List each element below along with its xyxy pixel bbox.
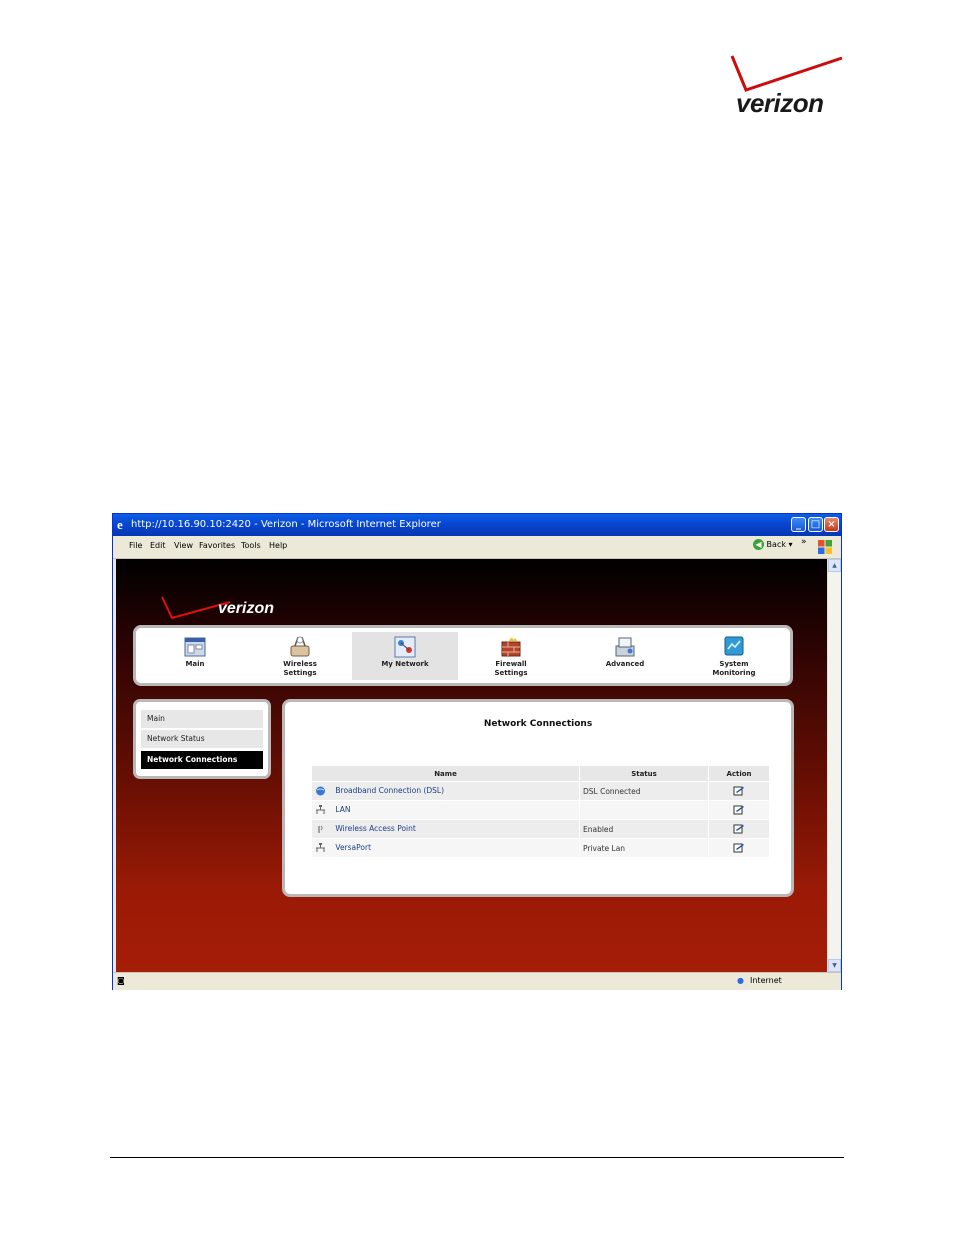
minimize-button[interactable]: _ bbox=[791, 517, 806, 532]
connection-name-link[interactable]: VersaPort bbox=[335, 843, 371, 852]
main-nav: Main Wireless Settings My Network Firewa… bbox=[133, 625, 793, 686]
edit-icon[interactable] bbox=[733, 824, 745, 834]
edit-icon[interactable] bbox=[733, 843, 745, 853]
my-network-icon bbox=[394, 636, 416, 658]
table-row: LAN bbox=[311, 800, 770, 820]
name-cell: VersaPort bbox=[311, 838, 580, 858]
name-cell: Wireless Access Point bbox=[311, 819, 580, 839]
web-page-viewport: verizon Main Wireless Settings My Networ… bbox=[116, 559, 827, 972]
nav-firewall-settings[interactable]: Firewall Settings bbox=[458, 632, 564, 680]
globe-icon bbox=[316, 786, 325, 796]
browser-window: e http://10.16.90.10:2420 - Verizon - Mi… bbox=[112, 513, 842, 990]
nav-my-network-label: My Network bbox=[381, 660, 429, 668]
site-logo-text: verizon bbox=[218, 600, 275, 617]
status-cell: DSL Connected bbox=[579, 781, 709, 801]
sidebar-item-network-connections[interactable]: Network Connections bbox=[141, 751, 263, 769]
menu-view[interactable]: View bbox=[174, 541, 193, 550]
back-arrow-icon: ◀ bbox=[753, 539, 764, 550]
nav-main-label: Main bbox=[185, 660, 205, 668]
name-cell: LAN bbox=[311, 800, 580, 820]
network-icon bbox=[316, 843, 325, 852]
internet-zone-icon: ● bbox=[737, 976, 744, 985]
nav-firewall-label: Firewall Settings bbox=[494, 660, 528, 677]
menu-file[interactable]: File bbox=[129, 541, 142, 550]
menu-bar: File Edit View Favorites Tools Help ◀ Ba… bbox=[113, 536, 841, 559]
sidebar-item-main[interactable]: Main bbox=[141, 710, 263, 728]
menu-favorites[interactable]: Favorites bbox=[199, 541, 235, 550]
connection-name-link[interactable]: Wireless Access Point bbox=[335, 824, 415, 833]
internet-explorer-icon: e bbox=[117, 517, 123, 532]
connection-name-link[interactable]: Broadband Connection (DSL) bbox=[335, 786, 444, 795]
maximize-button[interactable]: □ bbox=[808, 517, 823, 532]
network-icon bbox=[316, 805, 325, 814]
toolbar-chevrons[interactable]: » bbox=[801, 537, 807, 547]
nav-system-monitoring-label: System Monitoring bbox=[712, 660, 756, 677]
status-bar: ◙ ● Internet bbox=[113, 972, 841, 990]
table-row: VersaPort Private Lan bbox=[311, 838, 770, 858]
nav-advanced[interactable]: Advanced bbox=[572, 632, 678, 680]
action-cell bbox=[708, 838, 770, 858]
site-verizon-logo: verizon bbox=[160, 594, 290, 622]
window-title: http://10.16.90.10:2420 - Verizon - Micr… bbox=[131, 519, 441, 530]
menu-tools[interactable]: Tools bbox=[241, 541, 261, 550]
scroll-down-arrow-icon[interactable]: ▼ bbox=[828, 959, 841, 972]
nav-system-monitoring[interactable]: System Monitoring bbox=[681, 632, 787, 680]
wireless-icon bbox=[290, 636, 310, 657]
scroll-up-arrow-icon[interactable]: ▲ bbox=[828, 559, 841, 572]
menu-edit[interactable]: Edit bbox=[150, 541, 166, 550]
page-status-icon: ◙ bbox=[117, 976, 125, 985]
name-cell: Broadband Connection (DSL) bbox=[311, 781, 580, 801]
panel-title: Network Connections bbox=[483, 719, 593, 729]
status-cell bbox=[579, 800, 709, 820]
close-button[interactable]: × bbox=[824, 517, 839, 532]
back-label: Back bbox=[766, 540, 786, 549]
nav-my-network[interactable]: My Network bbox=[352, 632, 458, 680]
table-header-row: Name Status Action bbox=[311, 765, 770, 782]
antenna-icon bbox=[318, 825, 323, 833]
menu-help[interactable]: Help bbox=[269, 541, 287, 550]
table-row: Wireless Access Point Enabled bbox=[311, 819, 770, 839]
title-bar: e http://10.16.90.10:2420 - Verizon - Mi… bbox=[113, 514, 841, 536]
status-cell: Enabled bbox=[579, 819, 709, 839]
nav-main[interactable]: Main bbox=[142, 632, 248, 680]
main-icon bbox=[184, 637, 206, 657]
vertical-scrollbar[interactable]: ▲ ▼ bbox=[827, 559, 841, 972]
connection-name-link[interactable]: LAN bbox=[335, 805, 350, 814]
dropdown-arrow-icon: ▾ bbox=[788, 540, 793, 549]
footer-divider bbox=[110, 1157, 844, 1158]
nav-advanced-label: Advanced bbox=[605, 660, 645, 668]
firewall-icon bbox=[501, 637, 521, 657]
column-header-status: Status bbox=[579, 765, 709, 782]
action-cell bbox=[708, 781, 770, 801]
edit-icon[interactable] bbox=[733, 786, 745, 796]
status-cell: Private Lan bbox=[579, 838, 709, 858]
windows-logo-icon bbox=[818, 540, 832, 554]
back-button[interactable]: ◀ Back ▾ bbox=[753, 539, 793, 554]
sidebar-item-network-status[interactable]: Network Status bbox=[141, 730, 263, 748]
nav-wireless-label: Wireless Settings bbox=[283, 660, 317, 677]
status-zone-label: Internet bbox=[750, 976, 782, 985]
table-row: Broadband Connection (DSL) DSL Connected bbox=[311, 781, 770, 801]
system-monitoring-icon bbox=[724, 636, 744, 656]
page-logo-text: verizon bbox=[736, 88, 824, 118]
nav-wireless-settings[interactable]: Wireless Settings bbox=[247, 632, 353, 680]
sidebar-menu: Main Network Status Network Connections bbox=[133, 699, 271, 779]
network-connections-panel: Network Connections Name Status Action B… bbox=[282, 699, 794, 897]
column-header-action: Action bbox=[708, 765, 770, 782]
advanced-icon bbox=[615, 637, 635, 657]
connections-table: Name Status Action Broadband Connection … bbox=[311, 765, 770, 858]
action-cell bbox=[708, 800, 770, 820]
page-verizon-logo: verizon bbox=[728, 52, 846, 122]
edit-icon[interactable] bbox=[733, 805, 745, 815]
action-cell bbox=[708, 819, 770, 839]
column-header-name: Name bbox=[311, 765, 580, 782]
